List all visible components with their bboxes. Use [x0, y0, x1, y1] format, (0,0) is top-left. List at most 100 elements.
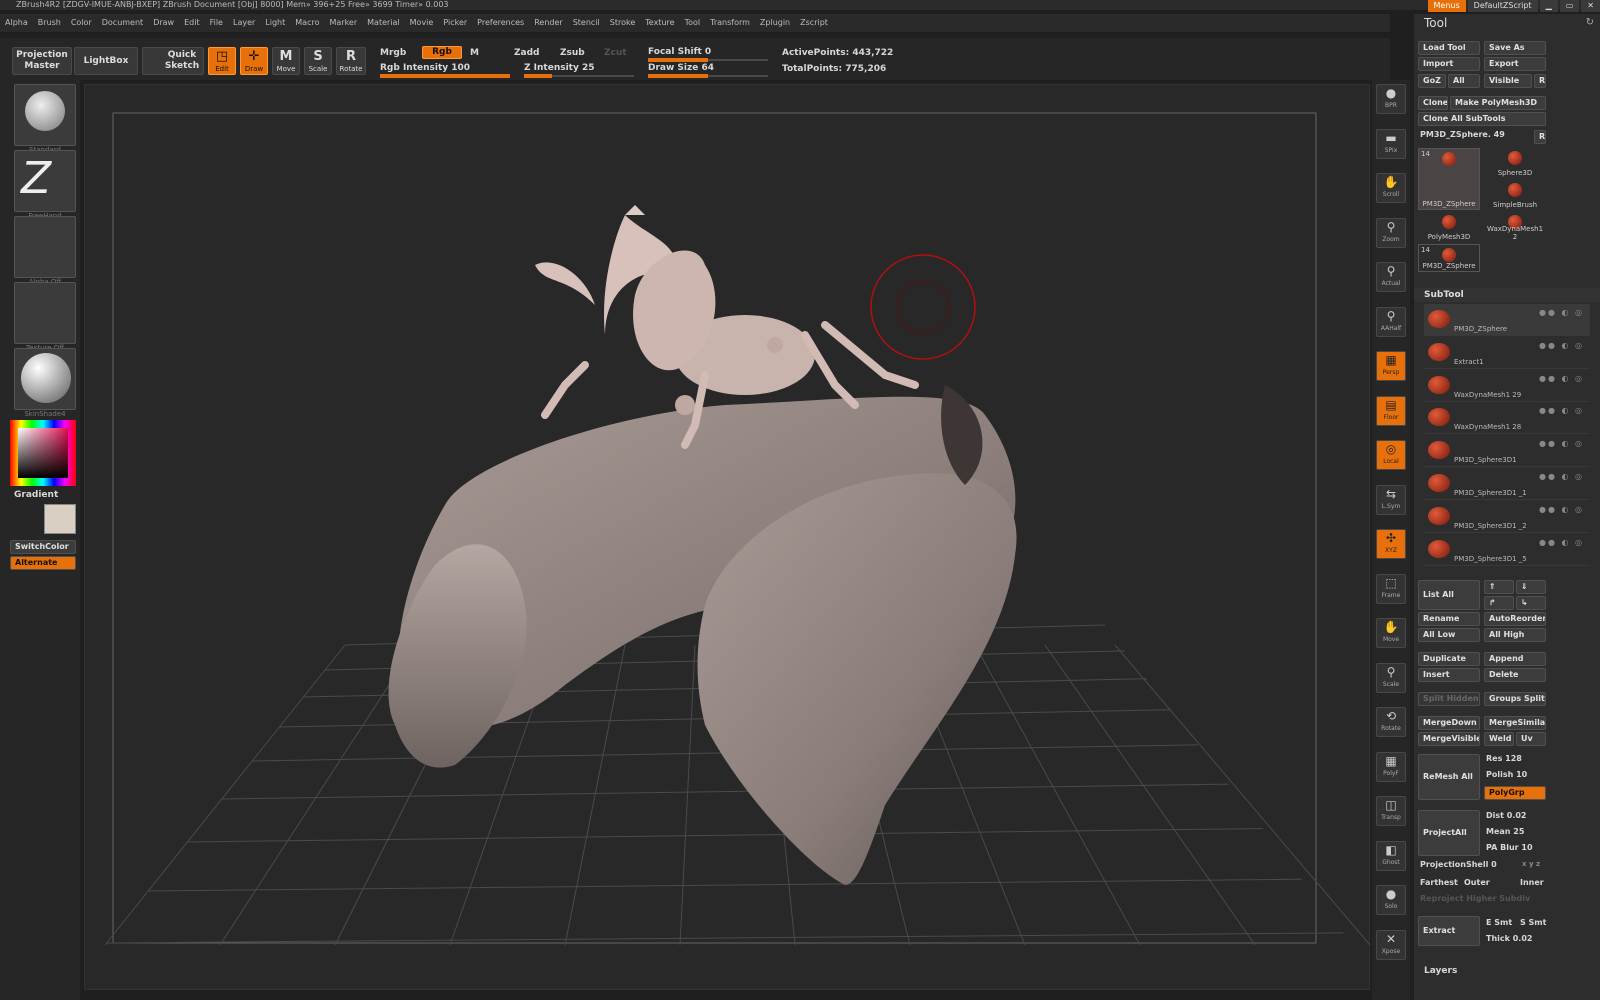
export-button[interactable]: Export	[1484, 57, 1546, 71]
tool-thumb[interactable]: 14 PM3D_ZSphere	[1418, 148, 1480, 210]
clone-button[interactable]: Clone	[1418, 96, 1448, 110]
menu-item-brush[interactable]: Brush	[38, 14, 61, 32]
e-smt-toggle[interactable]: E Smt	[1486, 918, 1512, 927]
polish-slider[interactable]: Polish 10	[1486, 770, 1527, 779]
brush-selector[interactable]: Standard	[14, 84, 76, 154]
rename-button[interactable]: Rename	[1418, 612, 1480, 626]
rgb-toggle[interactable]: Rgb	[422, 46, 462, 59]
shelf-scroll-button[interactable]: ✋ Scroll	[1376, 173, 1406, 203]
color-saturation-square[interactable]	[18, 428, 68, 478]
save-as-button[interactable]: Save As	[1484, 41, 1546, 55]
current-tool-r-button[interactable]: R	[1534, 130, 1546, 144]
subtool-row[interactable]: ●● ◐ ◎ Extract1	[1424, 337, 1590, 369]
menu-item-stroke[interactable]: Stroke	[610, 14, 636, 32]
goz-visible-button[interactable]: Visible	[1484, 74, 1532, 88]
menu-item-light[interactable]: Light	[265, 14, 285, 32]
menu-item-picker[interactable]: Picker	[443, 14, 467, 32]
s-smt-toggle[interactable]: S Smt	[1520, 918, 1546, 927]
arrow-right-down-icon[interactable]: ↳	[1516, 596, 1546, 610]
mrgb-toggle[interactable]: Mrgb	[380, 48, 406, 58]
arrow-right-up-icon[interactable]: ↱	[1484, 596, 1514, 610]
tool-thumb[interactable]: SimpleBrush	[1484, 180, 1546, 210]
menu-item-movie[interactable]: Movie	[410, 14, 434, 32]
shelf-polyf-button[interactable]: ▦ PolyF	[1376, 751, 1406, 782]
subtool-visibility-icon[interactable]: ●● ◐ ◎	[1539, 374, 1584, 383]
window-maximize-icon[interactable]: ▭	[1559, 0, 1580, 12]
rotate-button[interactable]: R Rotate	[336, 47, 366, 75]
menu-item-macro[interactable]: Macro	[295, 14, 319, 32]
projection-master-button[interactable]: Projection Master	[12, 47, 72, 75]
menu-item-marker[interactable]: Marker	[329, 14, 357, 32]
draw-button[interactable]: ✛ Draw	[240, 47, 268, 75]
subtool-row[interactable]: ●● ◐ ◎ WaxDynaMesh1 29	[1424, 370, 1590, 402]
insert-button[interactable]: Insert	[1418, 668, 1480, 682]
tool-thumb[interactable]: 14 PM3D_ZSphere	[1418, 244, 1480, 272]
weld-button[interactable]: Weld	[1484, 732, 1514, 746]
alpha-selector[interactable]: Alpha Off	[14, 216, 76, 286]
texture-selector[interactable]: Texture Off	[14, 282, 76, 352]
window-close-icon[interactable]: ✕	[1581, 0, 1600, 12]
move-down-icon[interactable]: ⇓	[1516, 580, 1546, 594]
edit-button[interactable]: ◳ Edit	[208, 47, 236, 75]
shelf-xyz-button[interactable]: ✣ XYZ	[1376, 529, 1406, 559]
shelf-zoom-button[interactable]: ⚲ Zoom	[1376, 217, 1406, 248]
color-picker[interactable]	[10, 420, 76, 486]
tool-thumb[interactable]: PolyMesh3D	[1418, 212, 1480, 242]
make-polymesh-button[interactable]: Make PolyMesh3D	[1450, 96, 1546, 110]
menu-item-file[interactable]: File	[210, 14, 223, 32]
mean-slider[interactable]: Mean 25	[1486, 827, 1524, 836]
delete-button[interactable]: Delete	[1484, 668, 1546, 682]
subtool-row[interactable]: ●● ◐ ◎ PM3D_Sphere3D1 _2	[1424, 501, 1590, 533]
shelf-solo-button[interactable]: ● Solo	[1376, 885, 1406, 915]
z-intensity-slider[interactable]	[524, 74, 634, 78]
zadd-toggle[interactable]: Zadd	[514, 48, 539, 58]
projection-shell-slider[interactable]: ProjectionShell 0	[1420, 860, 1497, 869]
shelf-aahalf-button[interactable]: ⚲ AAHalf	[1376, 306, 1406, 337]
shelf-spix-button[interactable]: ▬ SPix	[1376, 128, 1406, 159]
scale-button[interactable]: S Scale	[304, 47, 332, 75]
shelf-actual-button[interactable]: ⚲ Actual	[1376, 262, 1406, 292]
menu-item-document[interactable]: Document	[102, 14, 143, 32]
shelf-bpr-button[interactable]: ● BPR	[1376, 84, 1406, 114]
duplicate-button[interactable]: Duplicate	[1418, 652, 1480, 666]
menu-item-preferences[interactable]: Preferences	[477, 14, 524, 32]
subtool-row[interactable]: ●● ◐ ◎ PM3D_Sphere3D1 _1	[1424, 468, 1590, 500]
farthest-button[interactable]: Farthest	[1420, 878, 1458, 887]
menu-item-render[interactable]: Render	[534, 14, 562, 32]
thick-slider[interactable]: Thick 0.02	[1486, 934, 1532, 943]
material-selector[interactable]: SkinShade4	[14, 348, 76, 418]
menu-item-material[interactable]: Material	[367, 14, 400, 32]
merge-similar-button[interactable]: MergeSimilar	[1484, 716, 1546, 730]
shelf-persp-button[interactable]: ▦ Persp	[1376, 351, 1406, 381]
shelf-xpose-button[interactable]: ✕ Xpose	[1376, 929, 1406, 960]
zcut-toggle[interactable]: Zcut	[604, 48, 627, 58]
clone-all-subtools-button[interactable]: Clone All SubTools	[1418, 112, 1546, 126]
outer-button[interactable]: Outer	[1464, 878, 1490, 887]
shelf-local-button[interactable]: ◎ Local	[1376, 440, 1406, 470]
subtool-visibility-icon[interactable]: ●● ◐ ◎	[1539, 406, 1584, 415]
dist-slider[interactable]: Dist 0.02	[1486, 811, 1527, 820]
main-color-swatch[interactable]	[44, 504, 76, 534]
res-slider[interactable]: Res 128	[1486, 754, 1522, 763]
subtool-visibility-icon[interactable]: ●● ◐ ◎	[1539, 308, 1584, 317]
tool-thumb[interactable]: WaxDynaMesh1 2	[1484, 212, 1546, 242]
subtool-row[interactable]: ●● ◐ ◎ PM3D_Sphere3D1 _5	[1424, 534, 1590, 566]
move-up-icon[interactable]: ⇑	[1484, 580, 1514, 594]
m-toggle[interactable]: M	[470, 48, 479, 58]
goz-all-button[interactable]: All	[1448, 74, 1480, 88]
list-all-button[interactable]: List All	[1418, 580, 1480, 610]
window-minimize-icon[interactable]: ▁	[1539, 0, 1558, 12]
merge-visible-button[interactable]: MergeVisible	[1418, 732, 1480, 746]
goz-r-button[interactable]: R	[1534, 74, 1546, 88]
pa-blur-slider[interactable]: PA Blur 10	[1486, 843, 1533, 852]
alternate-button[interactable]: Alternate	[10, 556, 76, 570]
subtool-visibility-icon[interactable]: ●● ◐ ◎	[1539, 439, 1584, 448]
menu-item-draw[interactable]: Draw	[153, 14, 174, 32]
shelf-floor-button[interactable]: ▤ Floor	[1376, 395, 1406, 426]
subtool-visibility-icon[interactable]: ●● ◐ ◎	[1539, 538, 1584, 547]
merge-down-button[interactable]: MergeDown	[1418, 716, 1480, 730]
subtool-row[interactable]: ●● ◐ ◎ PM3D_ZSphere	[1424, 304, 1590, 336]
subtool-visibility-icon[interactable]: ●● ◐ ◎	[1539, 505, 1584, 514]
all-high-button[interactable]: All High	[1484, 628, 1546, 642]
goz-button[interactable]: GoZ	[1418, 74, 1446, 88]
